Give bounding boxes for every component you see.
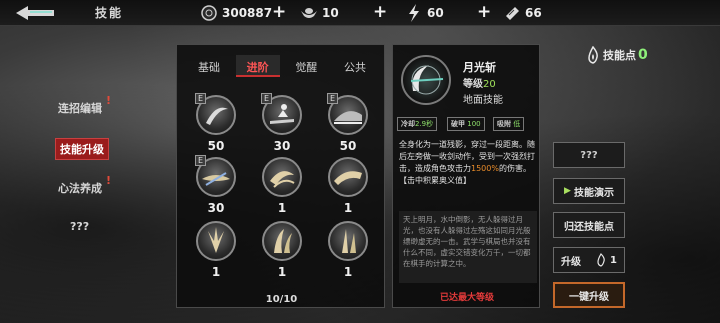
nav-mind-cultivation[interactable]: 心法养成	[58, 180, 102, 196]
skill-value-4: 30	[207, 201, 225, 215]
page-indicator: 10/10	[265, 294, 298, 305]
skill-tag-1: E	[195, 93, 206, 104]
skill-points: 技能点 0	[585, 46, 648, 64]
skill-slot-7[interactable]	[196, 221, 236, 261]
burst-icon	[208, 227, 224, 253]
add-stamina-button[interactable]: +	[477, 2, 491, 22]
unknown-button[interactable]: ???	[553, 142, 625, 168]
skill-demo-button[interactable]: ▶ 技能演示	[553, 178, 625, 204]
skill-tag-4: E	[195, 155, 206, 166]
skill-tabs: 基础 进阶 觉醒 公共	[187, 55, 377, 77]
top-bar: 技能 300887 + 10 + 60 + 66	[0, 0, 720, 26]
skill-type: 地面技能	[463, 95, 503, 106]
skill-name: 月光斩	[463, 61, 496, 74]
skill-tag-3: E	[327, 93, 338, 104]
whirlwind-icon	[270, 171, 295, 188]
skill-value-8: 1	[277, 265, 287, 279]
stat-cooldown: 冷却2.9秒	[397, 117, 438, 131]
refund-points-button[interactable]: 归还技能点	[553, 212, 625, 238]
max-level-notice: 已达最大等级	[439, 293, 494, 303]
screen-title: 技能	[95, 6, 124, 20]
tab-awaken[interactable]: 觉醒	[284, 55, 328, 77]
one-click-upgrade-button[interactable]: 一键升级	[553, 282, 625, 308]
tab-common[interactable]: 公共	[333, 55, 377, 77]
skill-value-2: 30	[273, 139, 291, 153]
play-icon: ▶	[564, 186, 571, 196]
back-button[interactable]	[14, 4, 58, 22]
back-arrow-icon	[16, 6, 54, 20]
ticket-icon	[503, 4, 521, 22]
nav-combo-edit[interactable]: 连招编辑	[58, 100, 102, 116]
skill-value-7: 1	[211, 265, 221, 279]
moonlight-slash-icon	[401, 55, 451, 105]
rising-claw-icon	[274, 229, 292, 253]
skill-slot-5[interactable]	[262, 157, 302, 197]
wave-strike-icon	[334, 171, 362, 185]
nav-mind-cultivation-badge: !	[106, 174, 112, 187]
stat-armor-break: 破甲 100	[447, 117, 485, 131]
resource-tickets: 66	[503, 3, 542, 23]
upgrade-cost: 升级 1	[553, 247, 625, 273]
skill-detail-panel: 月光斩 等级20 地面技能 冷却2.9秒 破甲 100 吸附 低 全身化为一道残…	[392, 44, 540, 308]
add-ingots-button[interactable]: +	[373, 2, 387, 22]
nav-skill-upgrade[interactable]: 技能升级	[55, 138, 109, 160]
skill-level: 等级20	[463, 79, 496, 90]
skill-value-1: 50	[207, 139, 225, 153]
coin-icon	[200, 4, 218, 22]
skill-grid-panel: 基础 进阶 觉醒 公共 E 50 E 30 E 50 E 30 1 1 1 1 …	[176, 44, 385, 308]
flame-icon	[588, 46, 598, 64]
skill-value-5: 1	[277, 201, 287, 215]
skill-value-6: 1	[343, 201, 353, 215]
skill-value-9: 1	[343, 265, 353, 279]
skill-tag-2: E	[261, 93, 272, 104]
stamina-icon	[405, 4, 423, 22]
skill-slot-6[interactable]	[328, 157, 368, 197]
add-coins-button[interactable]: +	[272, 2, 286, 22]
resource-ingots: 10	[300, 3, 339, 23]
skill-slot-8[interactable]	[262, 221, 302, 261]
resource-coins: 300887	[200, 3, 272, 23]
skill-value-3: 50	[339, 139, 357, 153]
nav-locked[interactable]: ???	[70, 220, 89, 233]
flame-icon	[597, 253, 605, 267]
nav-combo-edit-badge: !	[106, 94, 112, 107]
stat-adsorb: 吸附 低	[493, 117, 525, 131]
tab-basic[interactable]: 基础	[187, 55, 231, 77]
skill-lore: 天上明月，水中倒影，无人躲得过月光，也没有人躲得过左殇这如同月光般缥缈虚无的一击…	[399, 211, 537, 283]
ingot-icon	[300, 4, 318, 22]
skill-description: 全身化为一道残影，穿过一段距离。随后左旁做一收剑动作，受到一次强烈打击，造成角色…	[399, 140, 535, 185]
resource-stamina: 60	[405, 3, 444, 23]
tab-advanced[interactable]: 进阶	[235, 55, 280, 77]
spike-icon	[342, 229, 356, 253]
skill-slot-9[interactable]	[328, 221, 368, 261]
